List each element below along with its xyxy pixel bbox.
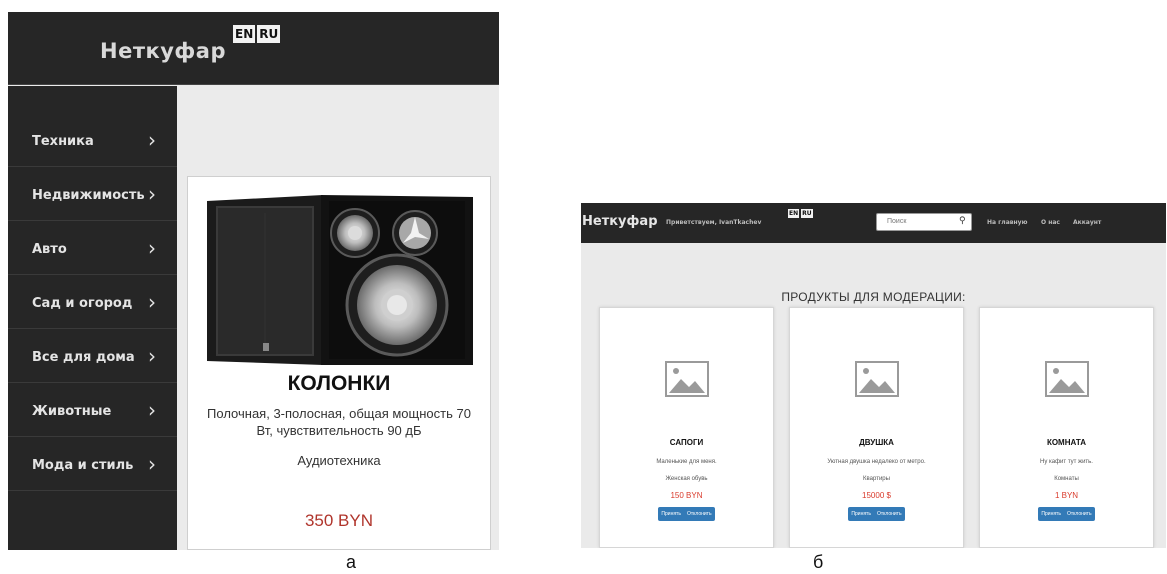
product-category: Аудиотехника: [297, 453, 381, 468]
site-logo[interactable]: Неткуфар: [100, 39, 226, 63]
sidebar-item-realty[interactable]: Недвижимость ›: [8, 168, 177, 221]
lang-en-button[interactable]: EN: [788, 209, 800, 218]
page-title: ПРОДУКТЫ ДЛЯ МОДЕРАЦИИ:: [781, 290, 966, 304]
card-price: 15000 $: [862, 491, 891, 500]
chevron-right-icon: ›: [148, 290, 156, 314]
card-description: Маленькие для меня.: [656, 459, 717, 465]
card-category: Квартиры: [863, 476, 890, 482]
header: Неткуфар Приветствуем, IvanTkachev EN RU…: [581, 203, 1166, 243]
product-card[interactable]: КОЛОНКИ Полочная, 3-полосная, общая мощн…: [187, 176, 491, 550]
chevron-right-icon: ›: [148, 128, 156, 152]
card-price: 1 BYN: [1054, 491, 1079, 500]
lang-ru-button[interactable]: RU: [801, 209, 813, 218]
card-description: Ну кафит тут жить.: [1040, 459, 1093, 465]
product-image: [207, 195, 473, 365]
image-placeholder-icon: [855, 361, 899, 397]
screenshot-b: Неткуфар Приветствуем, IvanTkachev EN RU…: [581, 203, 1166, 548]
chevron-right-icon: ›: [148, 182, 156, 206]
chevron-right-icon: ›: [148, 398, 156, 422]
header: Неткуфар EN RU: [8, 12, 499, 85]
sidebar-item-label: Сад и огород: [32, 296, 133, 311]
image-placeholder-icon: [1045, 361, 1089, 397]
nav-link-about[interactable]: О нас: [1041, 219, 1060, 226]
language-switcher: EN RU: [233, 25, 281, 43]
language-switcher: EN RU: [788, 209, 813, 218]
chevron-right-icon: ›: [148, 452, 156, 476]
card-actions: Принять Отклонить: [600, 507, 773, 521]
search-icon[interactable]: ⚲: [959, 216, 966, 226]
greeting-text: Приветствуем, IvanTkachev: [666, 219, 762, 226]
moderation-card[interactable]: КОМНАТА Ну кафит тут жить. Комнаты 1 BYN…: [979, 307, 1154, 548]
caption-b: б: [813, 552, 824, 572]
product-description: Полочная, 3-полосная, общая мощность 70 …: [207, 406, 471, 438]
figure: Неткуфар EN RU Техника › Недвижимость › …: [0, 0, 1167, 574]
sidebar-item-animals[interactable]: Животные ›: [8, 384, 177, 437]
moderation-card[interactable]: САПОГИ Маленькие для меня. Женская обувь…: [599, 307, 774, 548]
reject-button[interactable]: Отклонить: [1063, 507, 1095, 521]
nav-link-home[interactable]: На главную: [987, 219, 1027, 226]
sidebar-item-tech[interactable]: Техника ›: [8, 114, 177, 167]
caption-a: а: [346, 552, 357, 572]
lang-en-button[interactable]: EN: [233, 25, 256, 43]
card-title: КОМНАТА: [1046, 438, 1087, 447]
sidebar-item-home[interactable]: Все для дома ›: [8, 330, 177, 383]
card-description: Уютная двушка недалеко от метро.: [827, 459, 926, 465]
moderation-card[interactable]: ДВУШКА Уютная двушка недалеко от метро. …: [789, 307, 964, 548]
card-category: Женская обувь: [665, 476, 708, 482]
card-actions: Принять Отклонить: [790, 507, 963, 521]
screenshot-a: Неткуфар EN RU Техника › Недвижимость › …: [8, 12, 499, 550]
lang-ru-button[interactable]: RU: [257, 25, 281, 43]
chevron-right-icon: ›: [148, 236, 156, 260]
sidebar-item-label: Все для дома: [32, 350, 135, 365]
sidebar-item-label: Техника: [32, 134, 94, 149]
reject-button[interactable]: Отклонить: [873, 507, 905, 521]
card-category: Комнаты: [1054, 476, 1079, 482]
category-sidebar: Техника › Недвижимость › Авто › Сад и ог…: [8, 86, 177, 550]
card-title: ДВУШКА: [859, 438, 894, 447]
accept-button[interactable]: Принять: [658, 507, 684, 521]
sidebar-item-label: Авто: [32, 242, 67, 257]
card-price: 150 BYN: [670, 491, 703, 500]
nav-link-account[interactable]: Аккаунт: [1073, 219, 1101, 226]
card-actions: Принять Отклонить: [980, 507, 1153, 521]
image-placeholder-icon: [665, 361, 709, 397]
chevron-right-icon: ›: [148, 344, 156, 368]
accept-button[interactable]: Принять: [848, 507, 874, 521]
product-title: КОЛОНКИ: [287, 372, 391, 395]
sidebar-item-label: Мода и стиль: [32, 458, 134, 473]
sidebar-item-label: Животные: [32, 404, 112, 419]
product-price: 350 BYN: [304, 511, 374, 530]
sidebar-item-garden[interactable]: Сад и огород ›: [8, 276, 177, 329]
search-placeholder: Поиск: [887, 218, 907, 225]
sidebar-item-fashion[interactable]: Мода и стиль ›: [8, 438, 177, 491]
accept-button[interactable]: Принять: [1038, 507, 1064, 521]
site-logo[interactable]: Неткуфар: [582, 214, 658, 229]
card-title: САПОГИ: [669, 438, 704, 447]
sidebar-item-label: Недвижимость: [32, 188, 145, 203]
sidebar-item-auto[interactable]: Авто ›: [8, 222, 177, 275]
reject-button[interactable]: Отклонить: [683, 507, 715, 521]
search-input[interactable]: Поиск ⚲: [876, 213, 972, 231]
